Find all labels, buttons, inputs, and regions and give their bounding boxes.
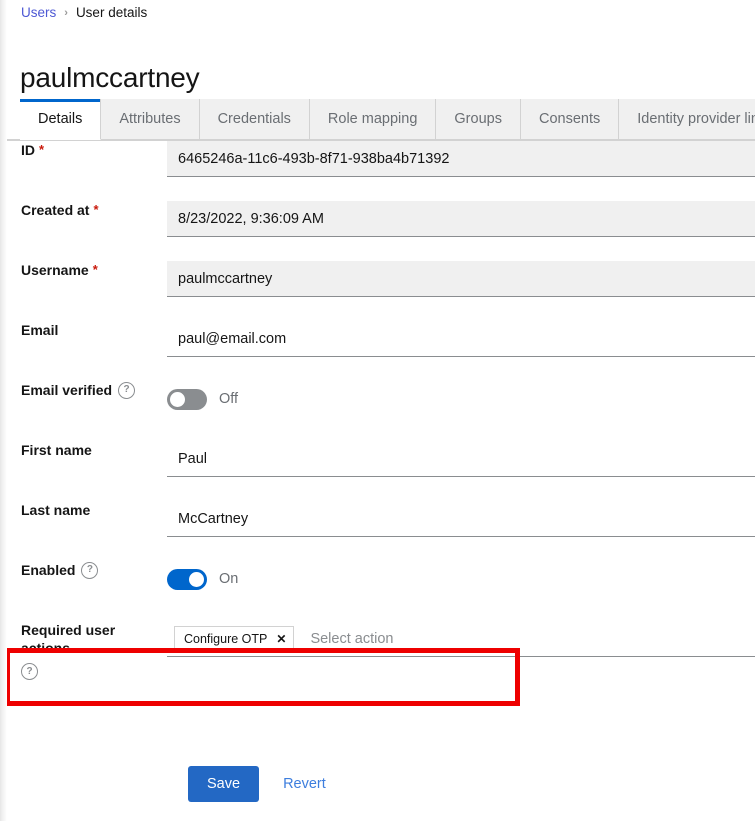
label-username-text: Username — [21, 261, 89, 279]
tab-identity-provider-links[interactable]: Identity provider links — [619, 99, 755, 140]
page-title: paulmccartney — [20, 61, 199, 95]
label-created-at-text: Created at — [21, 201, 89, 219]
chip-configure-otp-label: Configure OTP — [184, 632, 267, 646]
tab-consents-label: Consents — [539, 111, 600, 127]
email-verified-toggle-wrap: Off — [167, 381, 755, 417]
required-user-actions-placeholder: Select action — [296, 631, 393, 647]
form-row-id: ID * — [0, 141, 755, 201]
form-row-email: Email — [0, 321, 755, 381]
enabled-toggle[interactable] — [167, 569, 207, 590]
label-email-verified-text: Email verified — [21, 381, 112, 399]
question-circle-icon-email-verified[interactable]: ? — [118, 382, 135, 399]
tab-credentials[interactable]: Credentials — [200, 99, 310, 140]
save-button[interactable]: Save — [188, 766, 259, 802]
tab-role-mapping-label: Role mapping — [328, 111, 417, 127]
tab-details[interactable]: Details — [20, 99, 101, 140]
form-row-enabled: Enabled ? On — [0, 561, 755, 621]
control-last-name — [167, 501, 755, 537]
email-verified-toggle-knob — [170, 392, 185, 407]
email-verified-toggle[interactable] — [167, 389, 207, 410]
tab-credentials-label: Credentials — [218, 111, 291, 127]
control-username — [167, 261, 755, 297]
tab-groups[interactable]: Groups — [436, 99, 521, 140]
id-field[interactable] — [167, 141, 755, 177]
label-id: ID * — [0, 141, 167, 159]
form-actions: Save Revert — [188, 766, 340, 802]
form-row-username: Username * — [0, 261, 755, 321]
required-indicator-username: * — [93, 265, 98, 275]
form-row-email-verified: Email verified ? Off — [0, 381, 755, 441]
first-name-field[interactable] — [167, 441, 755, 477]
email-field[interactable] — [167, 321, 755, 357]
form-row-required-user-actions: Required user actions ? Configure OTP ✕ … — [0, 621, 755, 681]
label-enabled-text: Enabled — [21, 561, 75, 579]
label-username: Username * — [0, 261, 167, 279]
tab-identity-provider-links-label: Identity provider links — [637, 111, 755, 127]
breadcrumb-current: User details — [76, 4, 147, 22]
control-email — [167, 321, 755, 357]
enabled-toggle-knob — [189, 572, 204, 587]
tab-groups-label: Groups — [454, 111, 502, 127]
chip-configure-otp[interactable]: Configure OTP ✕ — [174, 626, 294, 652]
enabled-state-label: On — [219, 571, 238, 587]
tab-details-label: Details — [38, 111, 82, 127]
created-at-field[interactable] — [167, 201, 755, 237]
required-indicator-id: * — [39, 145, 44, 155]
email-verified-state-label: Off — [219, 391, 238, 407]
form-row-created-at: Created at * — [0, 201, 755, 261]
tab-attributes[interactable]: Attributes — [101, 99, 199, 140]
label-required-user-actions: Required user actions ? — [0, 621, 167, 680]
label-email: Email — [0, 321, 167, 339]
control-required-user-actions: Configure OTP ✕ Select action — [167, 621, 755, 657]
breadcrumb-chevron-right-icon: › — [64, 4, 68, 22]
last-name-field[interactable] — [167, 501, 755, 537]
required-indicator-created-at: * — [93, 205, 98, 215]
tab-attributes-label: Attributes — [119, 111, 180, 127]
breadcrumb: Users › User details — [21, 4, 147, 22]
control-email-verified: Off — [167, 381, 755, 417]
label-first-name-text: First name — [21, 441, 92, 459]
breadcrumb-link-users[interactable]: Users — [21, 4, 56, 22]
tab-bar: Details Attributes Credentials Role mapp… — [0, 99, 755, 141]
label-last-name-text: Last name — [21, 501, 90, 519]
user-details-form: ID * Created at * Username * — [0, 141, 755, 681]
tab-consents[interactable]: Consents — [521, 99, 619, 140]
label-email-verified: Email verified ? — [0, 381, 167, 399]
label-required-user-actions-text: Required user actions — [21, 621, 167, 657]
form-row-last-name: Last name — [0, 501, 755, 561]
question-circle-icon-enabled[interactable]: ? — [81, 562, 98, 579]
label-enabled: Enabled ? — [0, 561, 167, 579]
form-row-first-name: First name — [0, 441, 755, 501]
enabled-toggle-wrap: On — [167, 561, 755, 597]
revert-button[interactable]: Revert — [269, 766, 340, 802]
user-details-page: Users › User details paulmccartney Detai… — [0, 0, 755, 821]
close-icon-configure-otp[interactable]: ✕ — [276, 633, 286, 645]
question-circle-icon-required-user-actions[interactable]: ? — [21, 663, 38, 680]
username-field[interactable] — [167, 261, 755, 297]
tab-bar-left-pad — [0, 99, 20, 140]
control-first-name — [167, 441, 755, 477]
control-enabled: On — [167, 561, 755, 597]
label-id-text: ID — [21, 141, 35, 159]
label-email-text: Email — [21, 321, 58, 339]
control-created-at — [167, 201, 755, 237]
tab-role-mapping[interactable]: Role mapping — [310, 99, 436, 140]
label-first-name: First name — [0, 441, 167, 459]
required-user-actions-multiselect[interactable]: Configure OTP ✕ Select action — [167, 621, 755, 657]
label-last-name: Last name — [0, 501, 167, 519]
label-created-at: Created at * — [0, 201, 167, 219]
control-id — [167, 141, 755, 177]
